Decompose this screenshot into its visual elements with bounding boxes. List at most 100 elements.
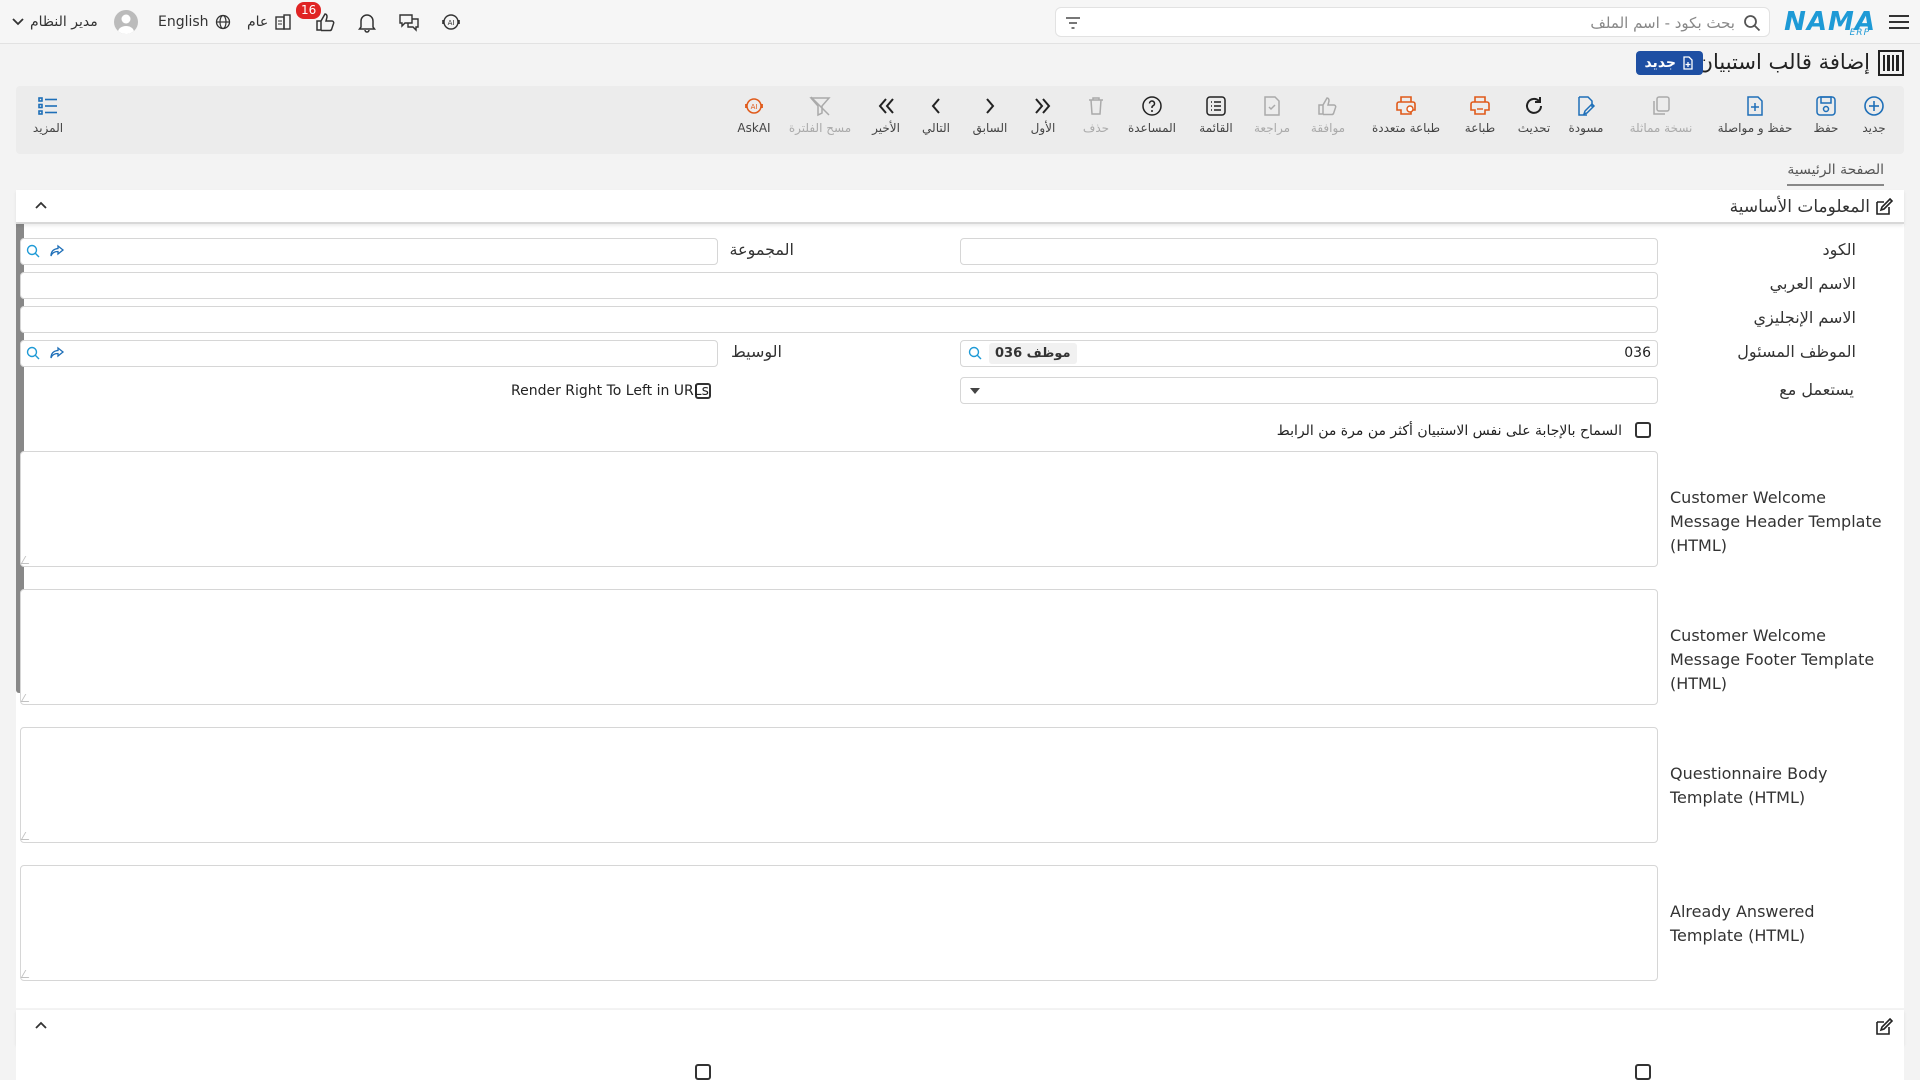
list-icon (1206, 96, 1226, 116)
resize-handle[interactable] (20, 970, 34, 978)
search-refresh-icon[interactable] (25, 345, 41, 361)
ai-icon: AI (745, 98, 763, 114)
notifications-button[interactable] (356, 0, 378, 44)
multi-print-icon (1396, 96, 1416, 115)
approve-button[interactable]: موافقة (1306, 92, 1350, 148)
general-button[interactable]: عام (247, 0, 292, 44)
plus-circle-icon (1864, 96, 1884, 116)
arabic-name-input[interactable] (20, 272, 1658, 299)
second-section-header[interactable] (16, 1010, 1904, 1044)
search-refresh-icon[interactable] (25, 243, 41, 259)
footer-template-label: Customer Welcome Message Footer Template… (1670, 626, 1875, 693)
chevron-up-icon[interactable] (34, 198, 48, 212)
messages-button[interactable] (398, 0, 420, 44)
section-title: المعلومات الأساسية (1729, 197, 1870, 217)
ask-ai-button[interactable]: AI AskAI (731, 92, 777, 148)
thumbs-up-icon (1318, 97, 1337, 116)
english-name-input[interactable] (20, 306, 1658, 333)
save-icon (1816, 96, 1836, 116)
search-placeholder: بحث بكود - اسم الملف (1590, 14, 1735, 32)
duplicate-button[interactable]: نسخة مماثلة (1628, 92, 1694, 148)
ai-assistant-button[interactable]: AI (440, 0, 462, 44)
edit-icon (1874, 197, 1894, 217)
title-row: إضافة قالب استبيان جديد (0, 44, 1920, 84)
save-button[interactable]: حفظ (1810, 92, 1842, 148)
next-record-button[interactable]: التالي (916, 92, 956, 148)
top-bar: NAMA ERP بحث بكود - اسم الملف مدير النظام… (0, 0, 1920, 44)
status-badge: جديد (1636, 51, 1703, 75)
code-input[interactable] (960, 238, 1658, 265)
english-name-label: الاسم الإنجليزي (1753, 308, 1856, 327)
responsible-employee-input[interactable]: 036 موظف 036 (960, 340, 1658, 367)
clear-filter-icon (809, 96, 831, 117)
used-with-label: يستعمل مع (1779, 380, 1854, 399)
help-icon (1142, 96, 1162, 116)
search-icon[interactable] (967, 345, 983, 361)
save-continue-icon (1747, 96, 1763, 116)
notification-count-badge: 16 (296, 2, 322, 19)
nama-logo[interactable]: NAMA ERP (1784, 0, 1875, 44)
section-checkbox[interactable] (1635, 1064, 1651, 1080)
resize-handle[interactable] (20, 694, 34, 702)
allow-multiple-answers-label: السماح بالإجابة على نفس الاستبيان أكثر م… (1276, 423, 1622, 439)
footer-template-textarea[interactable] (20, 589, 1658, 705)
share-icon[interactable] (49, 243, 65, 259)
svg-text:AI: AI (448, 19, 455, 27)
group-lookup-input[interactable] (20, 238, 718, 265)
print-button[interactable]: طباعة (1460, 92, 1500, 148)
delete-button[interactable]: حذف (1076, 92, 1116, 148)
new-button[interactable]: جديد (1858, 92, 1890, 148)
used-with-select[interactable] (960, 377, 1658, 404)
header-template-label: Customer Welcome Message Header Template… (1670, 488, 1882, 555)
draft-icon (1578, 96, 1596, 116)
trash-icon (1089, 97, 1103, 115)
resize-handle[interactable] (20, 556, 34, 564)
last-record-button[interactable]: الأخير (866, 92, 906, 148)
hamburger-menu-icon[interactable] (1886, 0, 1912, 44)
bell-icon (358, 14, 376, 33)
language-switcher[interactable]: English (158, 0, 231, 44)
filter-icon[interactable] (1064, 14, 1082, 32)
basic-info-section-header[interactable]: المعلومات الأساسية (16, 190, 1904, 224)
multi-print-button[interactable]: طباعة متعددة (1366, 92, 1446, 148)
chevron-down-icon (12, 18, 24, 26)
list-button[interactable]: القائمة (1192, 92, 1240, 148)
chevron-right-icon (986, 98, 995, 114)
arabic-name-label: الاسم العربي (1769, 274, 1856, 293)
tab-main-page[interactable]: الصفحة الرئيسية (1787, 162, 1884, 186)
prev-record-button[interactable]: السابق (970, 92, 1010, 148)
help-button[interactable]: المساعدة (1122, 92, 1182, 148)
draft-button[interactable]: مسودة (1566, 92, 1606, 148)
edit-icon[interactable] (1874, 1017, 1894, 1037)
answered-template-textarea[interactable] (20, 865, 1658, 981)
more-button[interactable]: المزيد (26, 92, 70, 148)
mediator-label: الوسيط (730, 342, 782, 361)
chevron-up-icon[interactable] (34, 1018, 48, 1032)
file-plus-icon (1683, 56, 1693, 70)
search-input[interactable]: بحث بكود - اسم الملف (1055, 7, 1770, 37)
answered-template-label: Already Answered Template (HTML) (1670, 902, 1815, 945)
section-checkbox[interactable] (695, 1064, 711, 1080)
mediator-lookup-input[interactable] (20, 340, 718, 367)
header-template-textarea[interactable] (20, 451, 1658, 567)
caret-down-icon (970, 388, 980, 394)
chat-icon (399, 14, 419, 32)
user-menu[interactable]: مدير النظام (12, 0, 138, 44)
search-icon (1743, 14, 1761, 32)
body-template-textarea[interactable] (20, 727, 1658, 843)
clear-filter-button[interactable]: مسح الفلترة (784, 92, 856, 148)
refresh-button[interactable]: تحديث (1514, 92, 1554, 148)
chevron-left-icon (931, 98, 940, 114)
double-chevron-left-icon (878, 98, 894, 114)
language-label: English (158, 14, 209, 30)
double-chevron-right-icon (1035, 98, 1051, 114)
code-label: الكود (1822, 240, 1856, 259)
first-record-button[interactable]: الأول (1023, 92, 1063, 148)
review-button[interactable]: مراجعة (1250, 92, 1294, 148)
allow-multiple-answers-checkbox[interactable] (1635, 422, 1651, 438)
toolbar: المزيد AI AskAI مسح الفلترة الأخير التال… (16, 86, 1904, 154)
save-continue-button[interactable]: حفظ و مواصلة (1716, 92, 1794, 148)
share-icon[interactable] (49, 345, 65, 361)
building-icon (275, 14, 291, 30)
resize-handle[interactable] (20, 832, 34, 840)
